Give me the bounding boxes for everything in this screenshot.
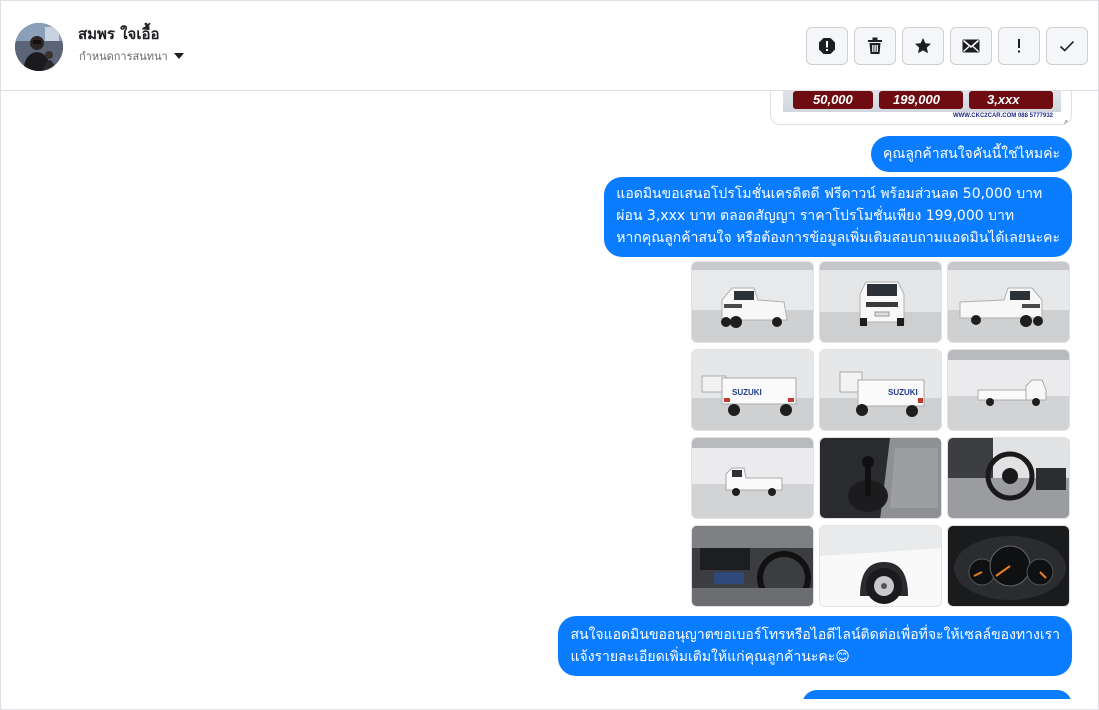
mail-icon — [962, 39, 980, 53]
message-thread[interactable]: 50,000 199,000 3,xxx WWW.CKC2CAR.COM 088… — [1, 91, 1098, 699]
promo-url: WWW.CKC2CAR.COM 088 5777932 — [952, 113, 1053, 119]
truck-rear-right-photo[interactable]: SUZUKI — [819, 349, 942, 431]
steering-wheel-photo[interactable] — [947, 437, 1070, 519]
promo-banner-image[interactable]: 50,000 199,000 3,xxx WWW.CKC2CAR.COM 088… — [770, 91, 1072, 125]
contact-name[interactable]: สมพร ใจเอื้อ — [78, 22, 159, 46]
share-icon[interactable]: ↗ — [1063, 119, 1068, 124]
svg-text:SUZUKI: SUZUKI — [732, 388, 762, 397]
chat-window: สมพร ใจเอื้อ กำหนดการสนทนา 50,000 199,00… — [0, 0, 1099, 710]
spam-icon — [818, 37, 836, 55]
truck-side-right-photo[interactable] — [947, 349, 1070, 431]
wheel-photo[interactable] — [819, 525, 942, 607]
promo-value-discount: 50,000 — [813, 92, 853, 107]
message-line: แจ้งรายละเอียดเพิ่มเติมให้แก่คุณลูกค้านะ… — [570, 649, 850, 665]
truck-front-right-photo[interactable] — [947, 261, 1070, 343]
truck-side-left-photo[interactable] — [691, 437, 814, 519]
dashboard-photo[interactable] — [691, 525, 814, 607]
outgoing-message[interactable]: แอดมินขอเสนอโปรโมชั่นเครดิตดี ฟรีดาวน์ พ… — [604, 177, 1072, 257]
gauge-cluster-photo[interactable] — [947, 525, 1070, 607]
message-line: หากคุณลูกค้าสนใจ หรือต้องการข้อมูลเพิ่มเ… — [616, 230, 1060, 246]
message-line: สนใจแอดมินขออนุญาตขอเบอร์โทรหรือไอดีไลน์… — [570, 627, 1060, 643]
message-line: ผ่อน 3,xxx บาท ตลอดสัญญา ราคาโปรโมชั่นเพ… — [616, 208, 1015, 224]
delete-button[interactable] — [854, 27, 896, 65]
gear-shifter-photo[interactable] — [819, 437, 942, 519]
promo-value-price: 199,000 — [893, 92, 940, 107]
outgoing-message[interactable]: สนใจแอดมินขออนุญาตขอเบอร์โทรหรือไอดีไลน์… — [558, 616, 1072, 676]
conversation-status-label: กำหนดการสนทนา — [79, 50, 168, 63]
outgoing-message[interactable]: คุณลูกค้าสนใจคันนี้ใช่ไหมค่ะ — [870, 136, 1072, 172]
check-icon — [1059, 40, 1075, 52]
conversation-actions — [806, 27, 1088, 65]
message-text: คุณลูกค้าสนใจคันนี้ใช่ไหมค่ะ — [882, 146, 1060, 162]
conversation-status-dropdown[interactable]: กำหนดการสนทนา — [79, 47, 184, 65]
trash-icon — [867, 37, 883, 55]
spam-button[interactable] — [806, 27, 848, 65]
caret-down-icon — [173, 53, 184, 59]
svg-text:SUZUKI: SUZUKI — [888, 388, 918, 397]
done-button[interactable] — [1046, 27, 1088, 65]
truck-front-left-photo[interactable] — [691, 261, 814, 343]
truck-rear-left-photo[interactable]: SUZUKI — [691, 349, 814, 431]
message-line: แอดมินขอเสนอโปรโมชั่นเครดิตดี ฟรีดาวน์ พ… — [616, 186, 1043, 202]
star-icon — [914, 37, 932, 55]
exclamation-icon — [1016, 38, 1022, 54]
promo-value-installment: 3,xxx — [987, 92, 1020, 107]
avatar[interactable] — [15, 23, 63, 71]
photo-gallery: SUZUKI SUZUKI — [691, 261, 1072, 607]
promo-banner: 50,000 199,000 3,xxx — [783, 91, 1061, 112]
mark-unread-button[interactable] — [950, 27, 992, 65]
important-button[interactable] — [998, 27, 1040, 65]
outgoing-message[interactable] — [802, 690, 1072, 699]
truck-front-photo[interactable] — [819, 261, 942, 343]
star-button[interactable] — [902, 27, 944, 65]
conversation-header: สมพร ใจเอื้อ กำหนดการสนทนา — [1, 1, 1098, 91]
